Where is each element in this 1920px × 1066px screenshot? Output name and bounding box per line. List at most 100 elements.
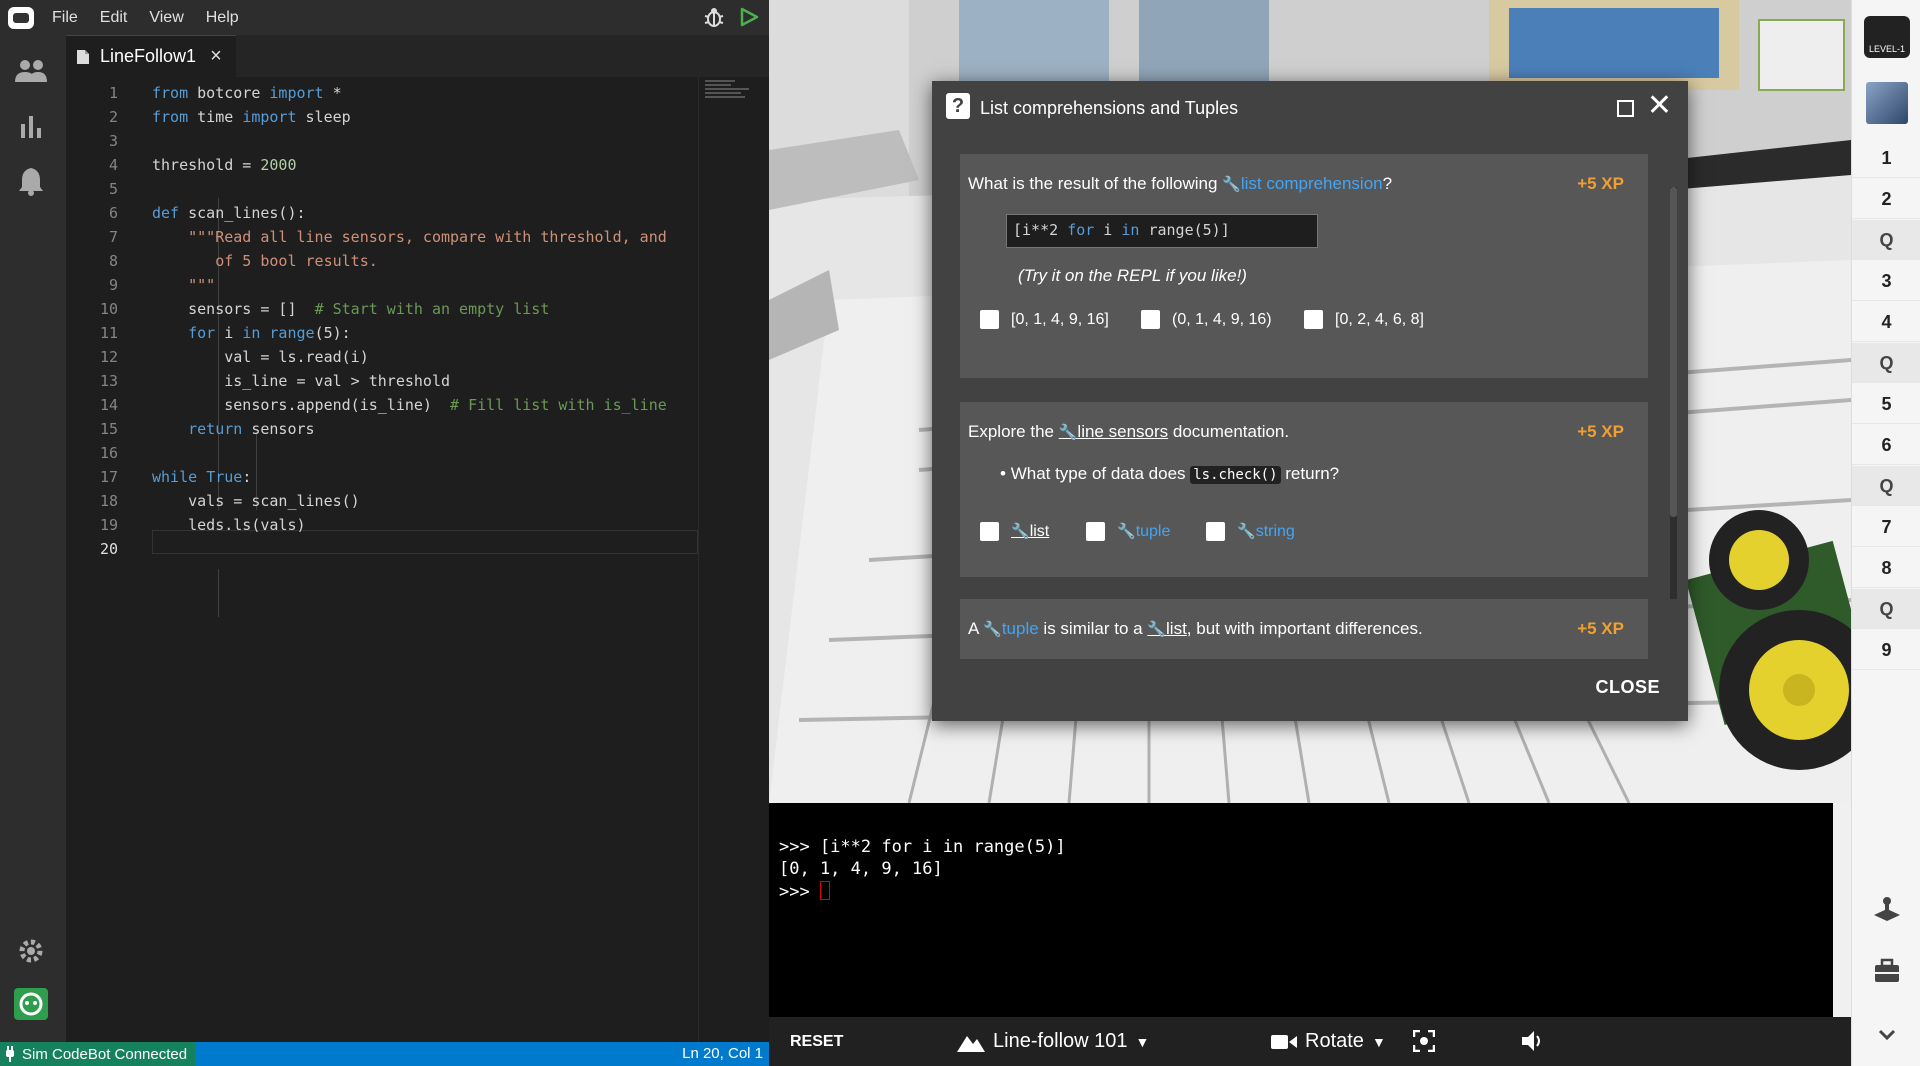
tuple-link[interactable]: 🔧tuple [1117,522,1170,541]
minimap[interactable] [705,80,755,110]
dialog-scrollbar[interactable] [1670,187,1677,599]
list-comprehension-link[interactable]: 🔧list comprehension [1222,174,1382,193]
question-1-text: What is the result of the following 🔧lis… [968,174,1392,194]
question-3-suffix: , but with important differences. [1186,619,1423,638]
answer-option[interactable]: (0, 1, 4, 9, 16) [1141,310,1272,329]
close-icon[interactable]: ✕ [1647,91,1672,121]
question-1-prefix: What is the result of the following [968,174,1223,193]
cursor-position[interactable]: Ln 20, Col 1 [682,1045,763,1062]
connection-status[interactable]: Sim CodeBot Connected [0,1042,196,1066]
level-step[interactable]: 9 [1852,630,1920,670]
repl-scrollbar[interactable] [1833,803,1851,1017]
question-card-3: A 🔧tuple is similar to a 🔧list, but with… [960,599,1648,659]
menu-help[interactable]: Help [206,9,239,27]
tab-close-icon[interactable]: × [210,45,222,68]
users-icon[interactable] [13,55,49,87]
stats-bar-chart-icon[interactable] [13,110,49,142]
reset-button[interactable]: RESET [790,1033,843,1051]
notifications-bell-icon[interactable] [13,165,49,197]
help-question-icon: ? [946,93,970,119]
run-play-icon[interactable] [739,7,759,27]
level-quiz[interactable]: Q [1852,589,1920,629]
menu-file[interactable]: File [52,9,78,27]
close-button[interactable]: CLOSE [1595,677,1660,698]
codebot-avatar-icon[interactable] [13,988,49,1020]
level-step[interactable]: 3 [1852,261,1920,301]
answer-option-label: [0, 1, 4, 9, 16] [1011,310,1109,328]
checkbox[interactable] [980,522,999,541]
checkbox[interactable] [1086,522,1105,541]
dialog-header: ? List comprehensions and Tuples ✕ [932,81,1688,137]
repl-console[interactable]: >>> [i**2 for i in range(5)] [0, 1, 4, 9… [769,803,1851,1017]
dialog-body[interactable]: What is the result of the following 🔧lis… [932,137,1688,659]
level-step[interactable]: 2 [1852,179,1920,219]
question-1-suffix: ? [1382,174,1393,193]
editor-scrollbar[interactable] [698,77,769,1042]
level-quiz[interactable]: Q [1852,466,1920,506]
code-editor[interactable]: 1 from botcore import * 2 from time import… [66,77,698,1042]
tuple-link-label: tuple [1001,619,1039,638]
answer-option[interactable]: 🔧string [1206,522,1295,541]
question-2-text: Explore the 🔧line sensors documentation. [968,422,1289,442]
question-2-bullet-prefix: What type of data does [1010,464,1191,483]
level-select-label: Line-follow 101 [993,1030,1128,1052]
maximize-icon[interactable] [1617,100,1634,117]
repl-prompt-line[interactable]: >>> [779,881,830,902]
sandbox-joystick-icon[interactable] [1872,895,1902,925]
bottom-toolbar: RESET Line-follow 101 ▼ Rotate ▼ [769,1017,1851,1066]
answer-option[interactable]: 🔧list [980,522,1049,541]
checkbox[interactable] [1206,522,1225,541]
answer-option[interactable]: [0, 1, 4, 9, 16] [980,310,1109,329]
question-2-bullet: • What type of data does ls.check() retu… [1000,464,1340,484]
repl-output-line: >>> [i**2 for i in range(5)] [779,837,1066,857]
checkbox[interactable] [1304,310,1323,329]
level-thumbnail[interactable] [1866,82,1908,124]
answer-option[interactable]: 🔧tuple [1086,522,1170,541]
level-step[interactable]: 8 [1852,548,1920,588]
code-snippet-keyword: for [1067,221,1095,239]
toolbox-briefcase-icon[interactable] [1872,956,1902,986]
activity-bar [0,35,66,1042]
dialog-scrollbar-thumb[interactable] [1670,187,1677,517]
checkbox[interactable] [1141,310,1160,329]
settings-gear-icon[interactable] [13,935,49,967]
level-sidebar: LEVEL-1 1 2 Q 3 4 Q 5 6 Q 7 8 Q 9 [1851,0,1920,1066]
string-link[interactable]: 🔧string [1237,522,1295,541]
question-2-prefix: Explore the [968,422,1059,441]
repl-cursor [819,881,830,900]
dropdown-caret-icon: ▼ [1371,1033,1386,1050]
codebot-logo-icon [8,6,34,29]
level-select[interactable]: Line-follow 101 ▼ [957,1030,1149,1053]
camera-mode-select[interactable]: Rotate ▼ [1271,1030,1386,1053]
level-step[interactable]: 1 [1852,138,1920,178]
indent-guide [218,569,219,617]
level-step[interactable]: 6 [1852,425,1920,465]
menu-edit[interactable]: Edit [100,9,128,27]
level-step[interactable]: 4 [1852,302,1920,342]
level-step[interactable]: 5 [1852,384,1920,424]
answer-option-label: [0, 2, 4, 6, 8] [1335,310,1424,328]
question-card-1: What is the result of the following 🔧lis… [960,154,1648,378]
level-step[interactable]: 7 [1852,507,1920,547]
quiz-dialog: ? List comprehensions and Tuples ✕ What … [932,81,1688,721]
chevron-down-icon[interactable] [1872,1020,1902,1050]
focus-target-icon[interactable] [1413,1030,1435,1052]
list-link[interactable]: 🔧list [1147,619,1186,638]
volume-icon[interactable] [1521,1030,1545,1052]
wrench-icon: 🔧 [1117,523,1136,540]
line-sensors-link[interactable]: 🔧line sensors [1059,422,1168,441]
checkbox[interactable] [980,310,999,329]
plug-icon [6,1046,14,1062]
mountain-icon [957,1035,985,1052]
level-quiz[interactable]: Q [1852,343,1920,383]
level-quiz[interactable]: Q [1852,220,1920,260]
tuple-link[interactable]: 🔧tuple [983,619,1039,638]
tab-linefollow1[interactable]: LineFollow1 × [66,35,236,77]
menu-view[interactable]: View [149,9,183,27]
inline-code: ls.check() [1190,466,1281,484]
list-link[interactable]: 🔧list [1011,522,1049,541]
debug-bug-icon[interactable] [703,6,725,28]
level-badge[interactable]: LEVEL-1 [1864,16,1910,58]
xp-badge: +5 XP [1577,619,1624,638]
answer-option[interactable]: [0, 2, 4, 6, 8] [1304,310,1424,329]
